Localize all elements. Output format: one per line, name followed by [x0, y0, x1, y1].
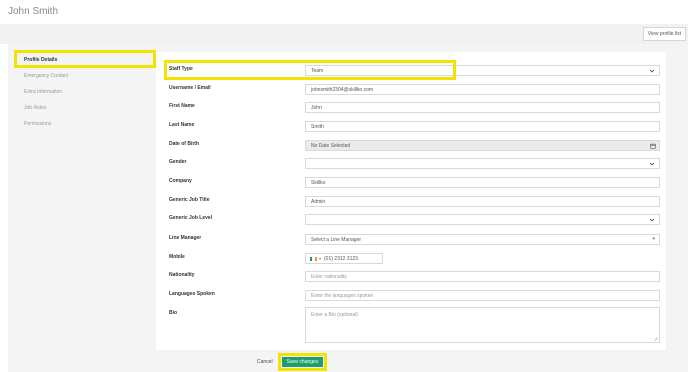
job-title-field[interactable]: Admin [305, 196, 660, 207]
first-name-value: John [311, 104, 322, 111]
gender-label: Gender [169, 159, 187, 165]
first-name-label: First Name [169, 103, 195, 109]
bio-textarea[interactable]: Enter a Bio (optional) [305, 307, 660, 343]
chevron-down-icon [649, 69, 655, 73]
dob-field[interactable]: No Date Selected [305, 140, 660, 151]
job-level-label: Generic Job Level [169, 215, 213, 221]
job-title-label: Generic Job Title [169, 197, 210, 203]
mobile-field[interactable]: ▾ (01) 2312 3123 [305, 253, 383, 264]
nationality-field[interactable]: Enter nationality [305, 271, 660, 282]
caret-down-icon: ▾ [652, 236, 655, 242]
page-title: John Smith [8, 6, 59, 17]
company-value: Skillko [311, 179, 326, 186]
resize-handle-icon[interactable] [653, 336, 658, 341]
line-manager-label: Line Manager [169, 235, 202, 241]
nationality-placeholder: Enter nationality [311, 273, 347, 280]
bio-label: Bio [169, 310, 178, 316]
last-name-value: Smith [311, 123, 324, 130]
dob-value: No Date Selected [311, 142, 351, 149]
gender-select[interactable] [305, 158, 660, 169]
company-label: Company [169, 178, 192, 184]
job-title-value: Admin [311, 198, 326, 205]
cancel-button[interactable]: Cancel [257, 357, 273, 367]
chevron-down-icon [649, 218, 655, 222]
username-field[interactable]: johnsmith2304@skillko.com [305, 84, 660, 95]
sidebar-item-emergency-contact[interactable]: Emergency Contact [12, 68, 156, 84]
calendar-icon[interactable] [650, 143, 656, 149]
job-level-select[interactable] [305, 214, 660, 225]
username-value: johnsmith2304@skillko.com [311, 86, 374, 93]
mobile-label: Mobile [169, 254, 185, 260]
sidebar-item-job-roles[interactable]: Job Roles [12, 100, 156, 116]
bio-placeholder: Enter a Bio (optional) [311, 312, 358, 318]
sidebar-item-extra-information[interactable]: Extra Information [12, 84, 156, 100]
first-name-field[interactable]: John [305, 102, 660, 113]
dob-label: Date of Birth [169, 141, 199, 147]
flag-icon[interactable] [310, 256, 317, 261]
languages-placeholder: Enter the languages spoken [311, 292, 374, 299]
highlight-box [164, 60, 456, 80]
mobile-value: (01) 2312 3123 [324, 255, 358, 262]
last-name-label: Last Name [169, 122, 195, 128]
sidebar-item-permissions[interactable]: Permissions [12, 116, 156, 132]
highlight-box [14, 50, 156, 68]
languages-field[interactable]: Enter the languages spoken [305, 290, 660, 301]
line-manager-select[interactable]: Select a Line Manager ▾ [305, 234, 660, 245]
caret-down-icon: ▾ [319, 256, 322, 261]
line-manager-value: Select a Line Manager [311, 236, 362, 243]
top-bar: View profile list [0, 24, 688, 44]
last-name-field[interactable]: Smith [305, 121, 660, 132]
company-field[interactable]: Skillko [305, 177, 660, 188]
languages-label: Languages Spoken [169, 291, 215, 297]
nationality-label: Nationality [169, 272, 195, 278]
username-label: Username / Email [169, 85, 211, 91]
view-profile-list-button[interactable]: View profile list [642, 27, 686, 41]
chevron-down-icon [649, 162, 655, 166]
highlight-box [278, 353, 327, 371]
